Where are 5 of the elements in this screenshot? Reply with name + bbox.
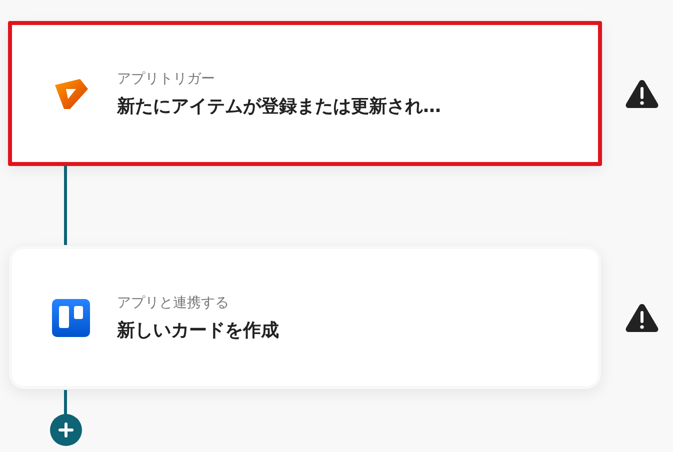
step-type-label: アプリトリガー [117, 70, 216, 88]
step-card[interactable]: アプリトリガー 新たにアイテムが登録または更新され… [8, 21, 602, 166]
step-title: 新しいカードを作成 [117, 318, 279, 342]
step-title: 新たにアイテムが登録または更新され… [117, 94, 441, 118]
step-type-label: アプリと連携する [117, 294, 230, 312]
